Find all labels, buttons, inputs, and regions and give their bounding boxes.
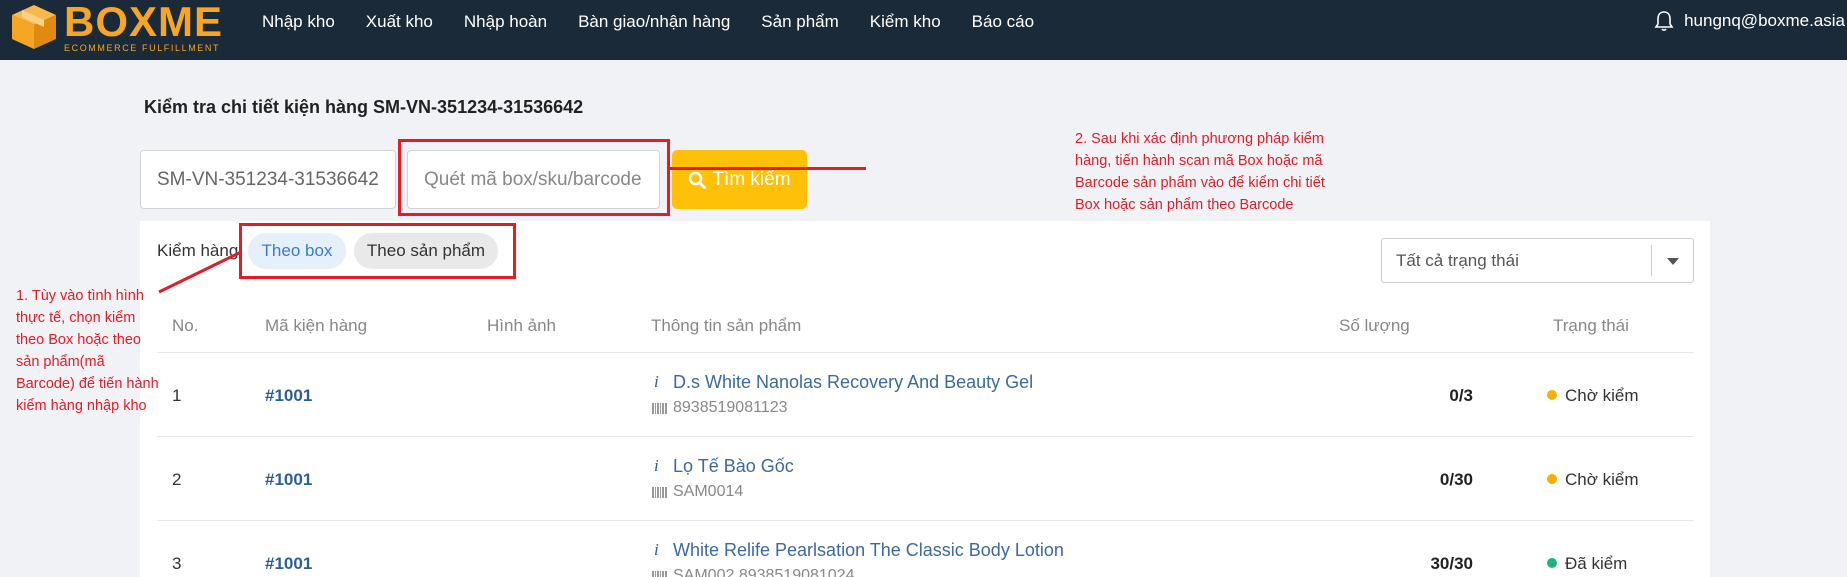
row-divider bbox=[157, 520, 1694, 521]
column-header-image: Hình ảnh bbox=[487, 316, 556, 335]
column-header-quantity: Số lượng bbox=[1339, 316, 1410, 335]
annotation-note-1: 1. Tùy vào tình hình thực tế, chọn kiểm … bbox=[16, 288, 159, 414]
bell-icon[interactable] bbox=[1654, 10, 1674, 32]
row-2-no: 2 bbox=[172, 470, 182, 489]
boxme-logo[interactable]: BOXME ECOMMERCE FULFILLMENT bbox=[8, 0, 224, 53]
nav-item-san-pham[interactable]: Sản phẩm bbox=[761, 12, 839, 32]
row-3-barcode: SAM002,8938519081024 bbox=[673, 567, 855, 577]
page-title: Kiểm tra chi tiết kiện hàng SM-VN-351234… bbox=[144, 97, 584, 117]
chevron-down-icon bbox=[1667, 258, 1679, 265]
annotation-highlight-mode bbox=[239, 223, 516, 279]
box-logo-icon bbox=[12, 5, 56, 49]
annotation-connector bbox=[670, 167, 866, 170]
annotation-connector bbox=[158, 250, 242, 294]
annotation-highlight-scan bbox=[398, 139, 670, 216]
search-button-label: Tìm kiếm bbox=[712, 168, 791, 190]
row-1-barcode: 8938519081123 bbox=[673, 399, 788, 416]
search-icon bbox=[689, 171, 707, 189]
status-dot bbox=[1547, 474, 1557, 484]
row-1-product-name[interactable]: D.s White Nanolas Recovery And Beauty Ge… bbox=[673, 372, 1033, 393]
status-filter-select[interactable]: Tất cả trạng thái bbox=[1381, 238, 1694, 283]
status-dot bbox=[1547, 558, 1557, 568]
row-1-status: Chờ kiểm bbox=[1565, 386, 1639, 405]
row-3-box-code[interactable]: #1001 bbox=[265, 554, 312, 574]
row-2-product-name[interactable]: Lọ Tế Bào Gốc bbox=[673, 456, 794, 477]
main-nav: Nhập kho Xuất kho Nhập hoàn Bàn giao/nhậ… bbox=[262, 0, 1065, 44]
row-divider bbox=[157, 436, 1694, 437]
select-divider bbox=[1651, 245, 1652, 276]
nav-item-nhap-hoan[interactable]: Nhập hoàn bbox=[464, 12, 547, 32]
info-icon: i bbox=[654, 456, 659, 475]
column-header-product-info: Thông tin sản phẩm bbox=[651, 316, 802, 335]
row-3-status: Đã kiểm bbox=[1565, 554, 1628, 573]
status-filter-value: Tất cả trạng thái bbox=[1396, 250, 1519, 270]
barcode-icon bbox=[652, 571, 667, 577]
barcode-icon bbox=[652, 403, 667, 414]
row-2-status: Chờ kiểm bbox=[1565, 470, 1639, 489]
row-3-quantity: 30/30 bbox=[1430, 554, 1473, 573]
row-3-product-name[interactable]: White Relife Pearlsation The Classic Bod… bbox=[673, 540, 1064, 561]
column-header-no: No. bbox=[172, 316, 199, 335]
top-navbar: BOXME ECOMMERCE FULFILLMENT Nhập kho Xuấ… bbox=[0, 0, 1847, 60]
row-1-no: 1 bbox=[172, 386, 182, 405]
package-code-field[interactable] bbox=[140, 150, 396, 209]
column-header-status: Trạng thái bbox=[1553, 316, 1629, 335]
search-button[interactable]: Tìm kiếm bbox=[672, 150, 807, 209]
nav-item-ban-giao[interactable]: Bàn giao/nhận hàng bbox=[578, 12, 730, 32]
user-menu[interactable]: hungnq@boxme.asia bbox=[1654, 10, 1845, 32]
column-header-box-code: Mã kiện hàng bbox=[265, 316, 368, 335]
row-2-box-code[interactable]: #1001 bbox=[265, 470, 312, 490]
nav-item-nhap-kho[interactable]: Nhập kho bbox=[262, 12, 335, 32]
row-1-box-code[interactable]: #1001 bbox=[265, 386, 312, 406]
nav-item-xuat-kho[interactable]: Xuất kho bbox=[366, 12, 433, 32]
nav-item-bao-cao[interactable]: Báo cáo bbox=[972, 12, 1034, 32]
nav-item-kiem-kho[interactable]: Kiểm kho bbox=[870, 12, 941, 32]
barcode-icon bbox=[652, 487, 667, 498]
logo-name: BOXME bbox=[64, 0, 224, 45]
row-2-barcode: SAM0014 bbox=[673, 483, 744, 500]
row-1-quantity: 0/3 bbox=[1449, 386, 1473, 405]
annotation-note-2: 2. Sau khi xác định phương pháp kiểm hàn… bbox=[1075, 131, 1325, 213]
row-2-quantity: 0/30 bbox=[1439, 470, 1473, 489]
info-icon: i bbox=[654, 372, 659, 391]
info-icon: i bbox=[654, 540, 659, 559]
user-email: hungnq@boxme.asia bbox=[1684, 11, 1845, 30]
header-divider bbox=[157, 352, 1694, 353]
status-dot bbox=[1547, 390, 1557, 400]
row-3-no: 3 bbox=[172, 554, 182, 573]
logo-tagline: ECOMMERCE FULFILLMENT bbox=[64, 43, 221, 53]
